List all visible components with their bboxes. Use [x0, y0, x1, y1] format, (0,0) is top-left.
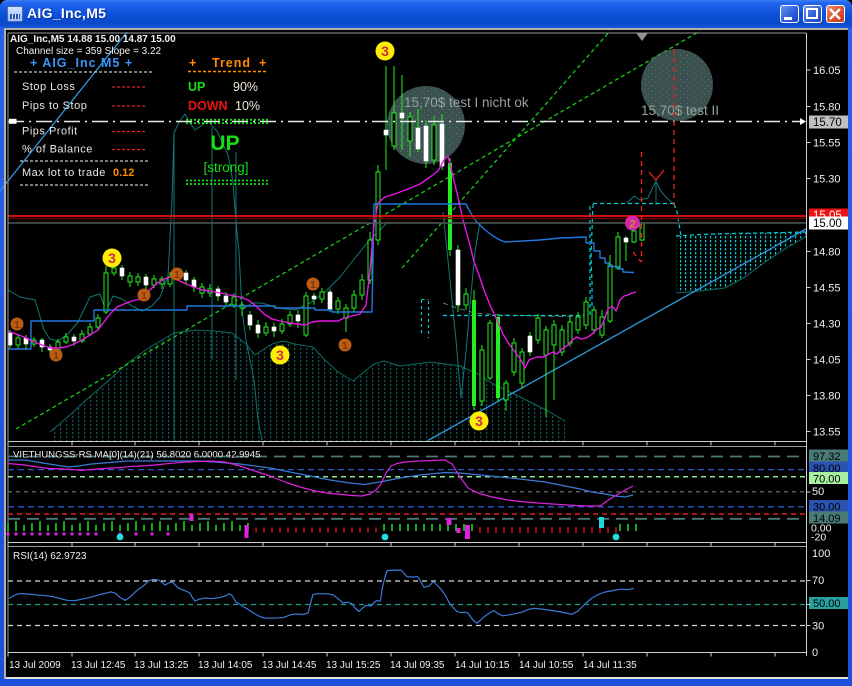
svg-text:VIETHUNGSS-RS MA[0](14)(21) 56: VIETHUNGSS-RS MA[0](14)(21) 56.8020 6.00…: [13, 450, 260, 461]
svg-text:DOWN: DOWN: [188, 99, 228, 113]
svg-text:1: 1: [14, 320, 20, 331]
svg-text:UP: UP: [188, 80, 205, 94]
svg-text:1: 1: [53, 351, 59, 362]
svg-text:15.00: 15.00: [813, 218, 842, 230]
svg-text:+: +: [259, 56, 266, 70]
svg-text:0: 0: [812, 647, 818, 659]
svg-text:13.55: 13.55: [813, 427, 841, 439]
svg-text:[strong]: [strong]: [203, 160, 248, 175]
svg-text:14 Jul 09:35: 14 Jul 09:35: [390, 660, 445, 671]
svg-text:15.80: 15.80: [813, 102, 841, 114]
svg-text:13 Jul 13:25: 13 Jul 13:25: [134, 660, 189, 671]
svg-text:13 Jul 15:25: 13 Jul 15:25: [326, 660, 381, 671]
svg-text:Pips to Stop: Pips to Stop: [22, 100, 87, 112]
svg-text:-20: -20: [811, 532, 826, 544]
svg-text:13 Jul 12:45: 13 Jul 12:45: [71, 660, 126, 671]
svg-text:% of Balance: % of Balance: [22, 144, 93, 156]
svg-text:3: 3: [381, 43, 389, 59]
svg-text:100: 100: [812, 548, 830, 560]
svg-text:Pips Profit: Pips Profit: [22, 126, 78, 138]
svg-text:UP: UP: [210, 132, 239, 155]
svg-text:70.00: 70.00: [813, 474, 841, 486]
svg-text:14.80: 14.80: [813, 247, 841, 259]
svg-text:70: 70: [812, 575, 824, 587]
svg-text:3: 3: [475, 413, 483, 429]
svg-text:Max lot to trade: Max lot to trade: [22, 167, 106, 179]
svg-text:1: 1: [141, 291, 147, 302]
svg-text:50.00: 50.00: [813, 598, 841, 610]
svg-text:15,70$ test II: 15,70$ test II: [641, 103, 719, 118]
svg-text:30: 30: [812, 621, 824, 633]
svg-text:+ AIG_Inc M5 +: + AIG_Inc M5 +: [30, 56, 133, 70]
svg-text:Stop Loss: Stop Loss: [22, 81, 75, 93]
svg-text:90%: 90%: [233, 80, 258, 94]
svg-text:RSI(14) 62.9723: RSI(14) 62.9723: [13, 551, 87, 562]
svg-text:14.30: 14.30: [813, 319, 841, 331]
svg-text:Trend: Trend: [212, 56, 251, 70]
svg-text:15.30: 15.30: [813, 174, 841, 186]
svg-text:50: 50: [812, 486, 824, 498]
svg-text:14 Jul 10:55: 14 Jul 10:55: [519, 660, 574, 671]
svg-text:97.32: 97.32: [813, 451, 841, 463]
svg-text:13 Jul 2009: 13 Jul 2009: [9, 660, 61, 671]
svg-text:1: 1: [342, 341, 348, 352]
svg-text:3: 3: [276, 347, 284, 363]
svg-text:14 Jul 10:15: 14 Jul 10:15: [455, 660, 510, 671]
svg-text:14 Jul 11:35: 14 Jul 11:35: [583, 660, 637, 671]
svg-text:+: +: [189, 56, 196, 70]
svg-text:14.55: 14.55: [813, 283, 841, 295]
svg-text:13 Jul 14:45: 13 Jul 14:45: [262, 660, 317, 671]
svg-text:15.55: 15.55: [813, 138, 841, 150]
svg-text:14.05: 14.05: [813, 355, 841, 367]
svg-text:3: 3: [108, 250, 116, 266]
svg-text:2: 2: [629, 219, 635, 231]
svg-text:15,70$ test I nicht ok: 15,70$ test I nicht ok: [404, 95, 529, 110]
svg-text:13 Jul 14:05: 13 Jul 14:05: [198, 660, 253, 671]
svg-text:15.70: 15.70: [813, 117, 842, 129]
svg-text:10%: 10%: [235, 99, 260, 113]
svg-text:13.80: 13.80: [813, 391, 841, 403]
svg-text:0.12: 0.12: [113, 167, 134, 179]
svg-text:1: 1: [310, 280, 316, 291]
svg-text:AIG_Inc,M5 14.88 15.00 14.87: AIG_Inc,M5 14.88 15.00 14.87 15.00: [10, 34, 176, 45]
svg-text:16.05: 16.05: [813, 65, 841, 77]
svg-text:1: 1: [174, 270, 180, 281]
